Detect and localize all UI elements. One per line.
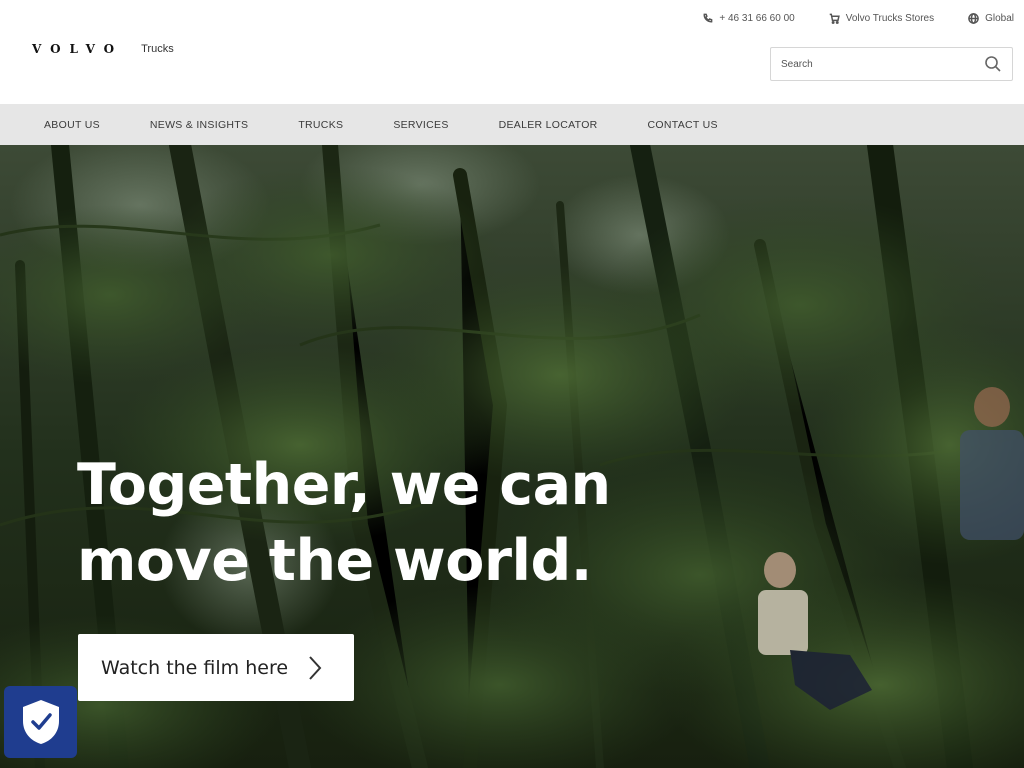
search-button[interactable] xyxy=(984,55,1002,73)
watch-film-button[interactable]: Watch the film here xyxy=(78,634,354,701)
cart-icon xyxy=(829,13,840,24)
site-header: VOLVO Trucks + 46 31 66 60 00 Volvo Truc… xyxy=(0,0,1024,104)
phone-number: + 46 31 66 60 00 xyxy=(719,13,795,24)
hero-banner: Together, we can move the world. Watch t… xyxy=(0,145,1024,768)
global-label: Global xyxy=(985,13,1014,24)
nav-item-news-insights[interactable]: NEWS & INSIGHTS xyxy=(150,119,248,131)
search-box xyxy=(770,47,1013,81)
globe-icon xyxy=(968,13,979,24)
nav-item-about-us[interactable]: ABOUT US xyxy=(44,119,100,131)
privacy-settings-button[interactable] xyxy=(4,686,77,758)
brand-subtitle: Trucks xyxy=(141,43,174,55)
shield-check-icon xyxy=(22,700,59,744)
stores-link[interactable]: Volvo Trucks Stores xyxy=(829,13,934,24)
main-nav: ABOUT US NEWS & INSIGHTS TRUCKS SERVICES… xyxy=(0,104,1024,145)
search-input[interactable] xyxy=(771,48,971,80)
watch-film-label: Watch the film here xyxy=(101,656,289,679)
nav-item-dealer-locator[interactable]: DEALER LOCATOR xyxy=(499,119,598,131)
global-link[interactable]: Global xyxy=(968,13,1014,24)
phone-link[interactable]: + 46 31 66 60 00 xyxy=(702,13,795,24)
nav-item-services[interactable]: SERVICES xyxy=(393,119,448,131)
chevron-right-icon xyxy=(309,656,322,680)
stores-label: Volvo Trucks Stores xyxy=(845,13,935,24)
nav-item-contact-us[interactable]: CONTACT US xyxy=(648,119,718,131)
search-icon xyxy=(985,56,1001,72)
utility-bar: + 46 31 66 60 00 Volvo Trucks Stores Glo… xyxy=(702,13,1014,24)
volvo-wordmark: VOLVO xyxy=(32,42,124,56)
hero-title: Together, we can move the world. xyxy=(77,452,611,594)
nav-item-trucks[interactable]: TRUCKS xyxy=(298,119,343,131)
phone-icon xyxy=(703,13,713,23)
brand-logo[interactable]: VOLVO Trucks xyxy=(32,42,174,56)
